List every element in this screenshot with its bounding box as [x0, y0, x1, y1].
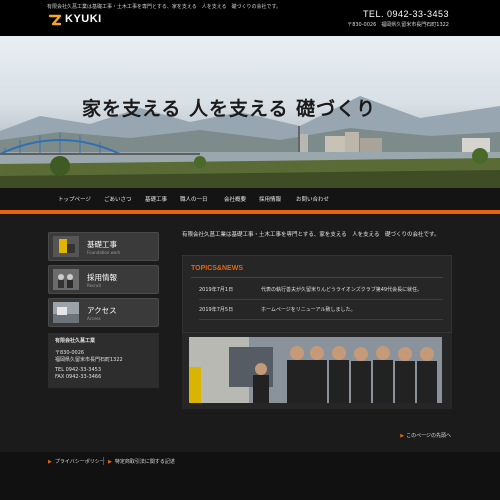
news-item[interactable]: 2019年7月5日 ホームページをリニューアル致しました。: [199, 300, 443, 320]
caret-right-icon: ▶: [400, 433, 405, 439]
company-address: 福岡県久留米市長門石町1322: [55, 357, 123, 363]
header-address: 〒830-0026 福岡県久留米市長門石町1322: [347, 22, 449, 28]
footer-divider: [103, 457, 104, 465]
nav-item-top[interactable]: トップページ: [58, 195, 91, 203]
footer-link-privacy[interactable]: ▶ プライバシーポリシー: [48, 458, 105, 465]
sidebar-card-sub: Access: [87, 316, 101, 321]
caret-right-icon: ▶: [108, 459, 112, 465]
header-tel: TEL. 0942-33-3453: [362, 9, 449, 19]
sidebar-company-info: 有限会社久菖工業 〒830-0026 福岡県久留米市長門石町1322 TEL 0…: [48, 333, 159, 388]
sidebar-card-access[interactable]: アクセス Access: [48, 298, 159, 327]
logo-text: KYUKI: [65, 13, 102, 25]
nav-item-company[interactable]: 会社概要: [224, 195, 246, 203]
topics-panel: TOPICS&NEWS 2019年7月1日 代表の執行善夫が久留米りんどうライオ…: [182, 255, 452, 333]
news-text: ホームページをリニューアル致しました。: [261, 307, 356, 313]
page-top-link[interactable]: ▶ このページの先頭へ: [400, 432, 451, 439]
hero-banner: 家を支える 人を支える 礎づくり: [0, 36, 500, 188]
sidebar-card-foundation[interactable]: 基礎工事 Foundation work: [48, 232, 159, 261]
access-thumb-icon: [53, 302, 79, 323]
news-item[interactable]: 2019年7月1日 代表の執行善夫が久留米りんどうライオンズクラブ第49代会長に…: [199, 280, 443, 300]
sidebar-card-sub: Recruit: [87, 283, 102, 288]
page-top-label: このページの先頭へ: [406, 433, 451, 439]
global-nav: トップページ ごあいさつ 基礎工事 職人の一日 会社概要 採用情報 お問い合わせ: [0, 188, 500, 210]
hero-copy: 家を支える 人を支える 礎づくり: [82, 98, 377, 120]
sidebar-card-title: アクセス: [87, 306, 117, 315]
logo-mark-icon: [48, 12, 62, 26]
site-header: 有限会社久菖工業は基礎工事・土木工事を専門とする、家を支える 人を支える 礎づく…: [0, 0, 500, 36]
company-name: 有限会社久菖工業: [55, 338, 96, 344]
footer-link-label: プライバシーポリシー: [54, 459, 105, 465]
company-tel: TEL 0942-33-3453: [55, 367, 102, 373]
caret-right-icon: ▶: [48, 459, 52, 465]
footer-link-label: 特定商取引法に関する記述: [114, 459, 175, 465]
site-footer: ▶ プライバシーポリシー ▶ 特定商取引法に関する記述: [0, 452, 500, 500]
header-tagline: 有限会社久菖工業は基礎工事・土木工事を専門とする、家を支える 人を支える 礎づく…: [47, 4, 282, 10]
news-date: 2019年7月5日: [199, 307, 234, 313]
team-photo: [189, 337, 442, 403]
sidebar-card-title: 基礎工事: [87, 240, 117, 249]
intro-text: 有限会社久菖工業は基礎工事・土木工事を専門とする、家を支える 人を支える 礎づく…: [182, 232, 440, 238]
nav-item-contact[interactable]: お問い合わせ: [296, 195, 329, 203]
footer-link-commerce[interactable]: ▶ 特定商取引法に関する記述: [108, 458, 175, 465]
foundation-thumb-icon: [53, 236, 79, 257]
nav-item-foundation[interactable]: 基礎工事: [145, 195, 167, 203]
news-text: 代表の執行善夫が久留米りんどうライオンズクラブ第49代会長に就任。: [261, 287, 423, 293]
site-logo[interactable]: KYUKI: [48, 12, 102, 26]
nav-item-day[interactable]: 職人の一日: [180, 195, 208, 203]
company-fax: FAX 0942-33-3466: [55, 374, 102, 380]
news-date: 2019年7月1日: [199, 287, 234, 293]
topics-divider: [191, 277, 443, 278]
topics-title: TOPICS&NEWS: [191, 265, 243, 272]
nav-item-greeting[interactable]: ごあいさつ: [104, 195, 132, 203]
nav-item-recruit[interactable]: 採用情報: [259, 195, 281, 203]
company-postal: 〒830-0026: [55, 350, 85, 356]
sidebar-card-sub: Foundation work: [87, 250, 121, 255]
recruit-thumb-icon: [53, 269, 79, 290]
sidebar-card-title: 採用情報: [87, 273, 117, 282]
nav-accent-line: [0, 210, 500, 214]
sidebar-card-recruit[interactable]: 採用情報 Recruit: [48, 265, 159, 294]
